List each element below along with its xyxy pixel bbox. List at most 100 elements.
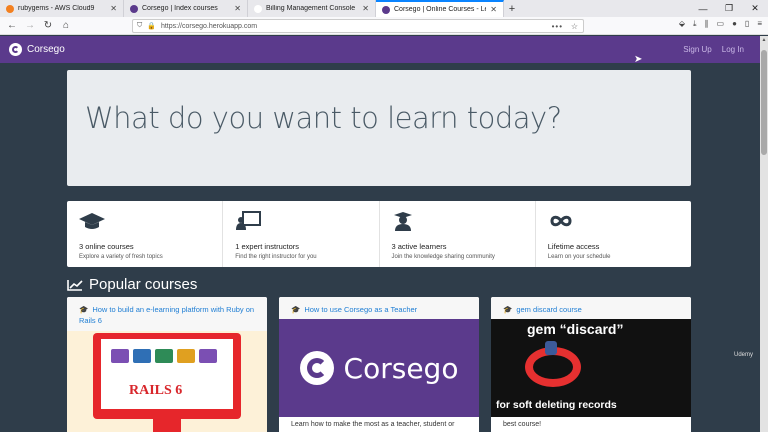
- course-description: Learn how to make the most as a teacher,…: [291, 421, 455, 428]
- course-thumbnail[interactable]: gem “discard” for soft deleting records: [491, 319, 691, 417]
- brand-name: Corsego: [27, 44, 65, 55]
- graduation-cap-icon: 🎓: [79, 305, 89, 314]
- scrollbar-thumb[interactable]: [761, 50, 767, 155]
- monitor-illustration: RAILS 6: [93, 333, 241, 419]
- aws-favicon-icon: [254, 4, 262, 13]
- course-card[interactable]: 🎓 How to build an e-learning platform wit…: [67, 297, 267, 432]
- thumbnail-text: Corsego: [343, 351, 459, 385]
- udemy-watermark: Udemy: [734, 352, 754, 358]
- course-description: best course!: [503, 421, 542, 428]
- corsego-logo-icon: [299, 351, 334, 385]
- course-thumbnail[interactable]: Corsego: [279, 319, 479, 417]
- page-actions-icon[interactable]: •••: [552, 22, 563, 31]
- course-title-link[interactable]: How to use Corsego as a Teacher: [304, 305, 417, 314]
- page-content: What do you want to learn today? 3 onlin…: [0, 63, 760, 432]
- menu-icon[interactable]: ≡: [757, 19, 762, 29]
- close-tab-icon[interactable]: ✕: [490, 5, 497, 14]
- sidebar-icon[interactable]: ▭: [717, 19, 725, 29]
- course-card[interactable]: 🎓 gem discard course gem “discard” for so…: [491, 297, 691, 432]
- stat-lifetime-access: Lifetime access Learn on your schedule: [536, 201, 691, 267]
- shield-icon: ⛉: [137, 22, 143, 29]
- bookmark-star-icon[interactable]: ☆: [571, 22, 578, 31]
- close-window-icon[interactable]: ✕: [742, 0, 768, 17]
- corsego-logo-icon: [9, 43, 22, 56]
- stat-title: 3 online courses: [79, 242, 134, 251]
- url-text: https://corsego.herokuapp.com: [160, 22, 258, 30]
- stat-subtitle: Join the knowledge sharing community: [391, 254, 495, 260]
- site-navbar: Corsego Sign Up Log In: [0, 36, 760, 63]
- course-card-header[interactable]: 🎓 gem discard course: [491, 297, 691, 319]
- aws-favicon-icon: [6, 4, 14, 13]
- minimize-icon[interactable]: —: [690, 0, 716, 17]
- stat-title: 3 active learners: [391, 242, 447, 251]
- scroll-up-icon[interactable]: ▲: [760, 37, 768, 43]
- page-scrollbar[interactable]: ▲: [760, 36, 768, 432]
- tab-title: Billing Management Console: [266, 5, 356, 12]
- infinity-icon: [550, 215, 572, 227]
- stat-subtitle: Explore a variety of fresh topics: [79, 254, 163, 260]
- thumbnail-text: RAILS 6: [129, 383, 183, 398]
- corsego-favicon-icon: [130, 4, 138, 13]
- extension-icon[interactable]: ▯: [745, 19, 749, 29]
- library-icon[interactable]: ∥: [705, 19, 709, 29]
- restore-icon[interactable]: ❐: [716, 0, 742, 17]
- course-thumbnail[interactable]: RAILS 6: [67, 331, 267, 432]
- signup-link[interactable]: Sign Up: [683, 45, 711, 54]
- stat-subtitle: Learn on your schedule: [547, 254, 611, 260]
- mouse-cursor-icon: ➤: [634, 54, 643, 65]
- close-tab-icon[interactable]: ✕: [110, 4, 117, 13]
- course-card[interactable]: 🎓 How to use Corsego as a Teacher Corsego…: [279, 297, 479, 432]
- browser-toolbar: ← → ↻ ⌂ ⛉ 🔒 https://corsego.herokuapp.co…: [0, 17, 768, 35]
- graduation-cap-icon: 🎓: [291, 305, 301, 314]
- graduation-cap-icon: [79, 213, 105, 229]
- login-link[interactable]: Log In: [722, 45, 744, 54]
- stat-title: Lifetime access: [547, 242, 600, 251]
- stat-online-courses: 3 online courses Explore a variety of fr…: [67, 201, 224, 267]
- tab-bar: rubygems - AWS Cloud9 ✕ Corsego | Index …: [0, 0, 768, 17]
- stat-title: 1 expert instructors: [235, 242, 300, 251]
- close-tab-icon[interactable]: ✕: [362, 4, 369, 13]
- hero-jumbotron: What do you want to learn today?: [67, 70, 691, 186]
- back-icon[interactable]: ←: [3, 20, 21, 31]
- download-icon[interactable]: ⤓: [693, 19, 697, 29]
- reload-icon[interactable]: ↻: [39, 20, 57, 31]
- browser-tab-index-courses[interactable]: Corsego | Index courses ✕: [124, 0, 248, 17]
- thumbnail-caption: for soft deleting records: [496, 399, 617, 411]
- account-icon[interactable]: ●: [732, 19, 737, 29]
- section-title: Popular courses: [89, 276, 198, 293]
- popular-courses-heading: Popular courses: [67, 276, 197, 293]
- stat-learners: 3 active learners Join the knowledge sha…: [380, 201, 536, 267]
- chalkboard-teacher-icon: [236, 211, 262, 230]
- course-card-header[interactable]: 🎓 How to build an e-learning platform wit…: [67, 297, 267, 331]
- tab-title: Corsego | Index courses: [142, 5, 218, 12]
- tab-title: Corsego | Online Courses - Lea: [394, 6, 487, 13]
- monitor-stand: [153, 419, 181, 432]
- screen-icons: [111, 349, 217, 363]
- new-tab-button[interactable]: +: [504, 0, 520, 17]
- corsego-favicon-icon: [382, 5, 390, 14]
- person-illustration: [545, 341, 557, 355]
- brand-link[interactable]: Corsego: [9, 43, 65, 56]
- stats-bar: 3 online courses Explore a variety of fr…: [67, 201, 691, 267]
- course-card-header[interactable]: 🎓 How to use Corsego as a Teacher: [279, 297, 479, 319]
- browser-tab-cloud9[interactable]: rubygems - AWS Cloud9 ✕: [0, 0, 124, 17]
- hero-heading: What do you want to learn today?: [85, 101, 562, 135]
- course-title-link[interactable]: How to build an e-learning platform with…: [79, 305, 254, 325]
- browser-tab-online-courses[interactable]: Corsego | Online Courses - Lea ✕: [376, 0, 504, 17]
- address-bar[interactable]: ⛉ 🔒 https://corsego.herokuapp.com ••• ☆: [132, 19, 584, 33]
- user-graduate-icon: [393, 212, 412, 231]
- window-controls: — ❐ ✕: [690, 0, 768, 17]
- graduation-cap-icon: 🎓: [503, 305, 513, 314]
- pocket-icon[interactable]: ⬙: [679, 19, 685, 29]
- browser-tab-billing[interactable]: Billing Management Console ✕: [248, 0, 376, 17]
- close-tab-icon[interactable]: ✕: [234, 4, 241, 13]
- stat-instructors: 1 expert instructors Find the right inst…: [223, 201, 380, 267]
- course-title-link[interactable]: gem discard course: [516, 305, 581, 314]
- home-icon[interactable]: ⌂: [57, 20, 75, 31]
- tab-title: rubygems - AWS Cloud9: [18, 5, 95, 12]
- stat-subtitle: Find the right instructor for you: [235, 254, 317, 260]
- thumbnail-heading: gem “discard”: [527, 321, 624, 337]
- lock-icon: 🔒: [147, 23, 156, 30]
- forward-icon[interactable]: →: [21, 20, 39, 31]
- toolbar-icons: ⬙ ⤓ ∥ ▭ ● ▯ ≡: [679, 19, 762, 29]
